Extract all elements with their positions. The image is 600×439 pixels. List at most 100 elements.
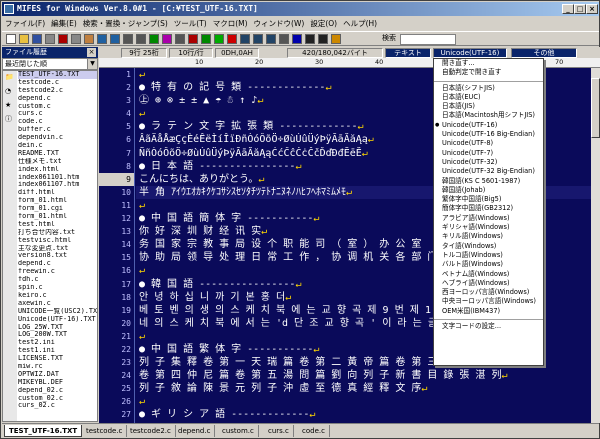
encoding-menu-item[interactable]: トルコ語(Windows): [434, 251, 543, 260]
play-icon[interactable]: [214, 34, 224, 44]
save-icon[interactable]: [32, 34, 42, 44]
history-icon[interactable]: ◔: [5, 87, 14, 95]
encoding-menu-item[interactable]: 西ヨーロッパ言語(Windows): [434, 288, 543, 297]
redo-icon[interactable]: [110, 34, 120, 44]
menu-item-5[interactable]: ウィンドウ(W): [251, 17, 308, 30]
file-history-item[interactable]: OPTWIZ.DAT: [18, 371, 97, 379]
file-history-item[interactable]: custom_02.c: [18, 395, 97, 403]
tab-test-utf-16-txt[interactable]: TEST_UTF-16.TXT: [4, 425, 83, 437]
search-input[interactable]: [400, 34, 456, 45]
encoding-menu-item[interactable]: 日本語(シフトJIS): [434, 84, 543, 93]
encoding-menu-item[interactable]: バルト語(Windows): [434, 260, 543, 269]
file-history-item[interactable]: diff.html: [18, 189, 97, 197]
tab-curs-c[interactable]: curs.c: [264, 425, 294, 437]
info-icon[interactable]: ⓘ: [5, 115, 14, 123]
file-history-item[interactable]: 仕様メモ.txt: [18, 158, 97, 166]
arrow-right-icon[interactable]: [318, 34, 328, 44]
menu-item-6[interactable]: 設定(O): [307, 17, 340, 30]
cut-icon[interactable]: [58, 34, 68, 44]
print-icon[interactable]: [45, 34, 55, 44]
macro-icon[interactable]: [201, 34, 211, 44]
file-history-item[interactable]: depend_02.c: [18, 387, 97, 395]
encoding-menu-item[interactable]: タイ語(Windows): [434, 242, 543, 251]
sort-order-select[interactable]: 最近閉じた順 ▼: [2, 58, 98, 70]
encoding-menu-item[interactable]: 繁体字中国語(Big5): [434, 195, 543, 204]
file-history-item[interactable]: depend.c: [18, 95, 97, 103]
text-mode[interactable]: テキスト: [385, 48, 431, 58]
minimize-button[interactable]: _: [562, 4, 574, 14]
paste-icon[interactable]: [84, 34, 94, 44]
jump-icon[interactable]: [149, 34, 159, 44]
encoding-menu-item[interactable]: Unicode(UTF-16): [434, 121, 543, 130]
file-history-item[interactable]: 主な変更点.txt: [18, 245, 97, 253]
bookmark-icon[interactable]: [162, 34, 172, 44]
encoding-menu-item[interactable]: Unicode(UTF-7): [434, 149, 543, 158]
close-panel-button[interactable]: ×: [87, 48, 96, 57]
arrow-left-icon[interactable]: [305, 34, 315, 44]
settings-icon[interactable]: [279, 34, 289, 44]
file-history-item[interactable]: test2.ini: [18, 339, 97, 347]
file-history-item[interactable]: buffer.c: [18, 126, 97, 134]
encoding-menu-item[interactable]: 文字コードの設定...: [434, 322, 543, 331]
tab-depend-c[interactable]: depend.c: [174, 425, 216, 437]
tab-testcode-c[interactable]: testcode.c: [82, 425, 128, 437]
menu-item-0[interactable]: ファイル(F): [2, 17, 48, 30]
tab-testcode2-c[interactable]: testcode2.c: [126, 425, 176, 437]
scroll-thumb[interactable]: [591, 78, 600, 138]
encoding-menu-item[interactable]: 日本語(Macintosh用シフトJIS): [434, 111, 543, 120]
encoding-menu-item[interactable]: 中央ヨーロッパ言語(Windows): [434, 297, 543, 306]
file-history-item[interactable]: dein.c: [18, 142, 97, 150]
encoding-menu-item[interactable]: ベトナム語(Windows): [434, 270, 543, 279]
file-history-item[interactable]: testcode.c: [18, 79, 97, 87]
encoding-menu-item[interactable]: OEM米国(IBM437): [434, 307, 543, 316]
text-line[interactable]: ● ギ リ シ ア 語 -------------↵: [139, 408, 591, 421]
menu-item-3[interactable]: ツール(T): [171, 17, 210, 30]
encoding-menu-item[interactable]: 韓国語(KS C 5601-1987): [434, 177, 543, 186]
tile-icon[interactable]: [266, 34, 276, 44]
vertical-scrollbar[interactable]: [591, 68, 600, 423]
help-icon[interactable]: [292, 34, 302, 44]
encoding-menu-item[interactable]: 自動判定で開き直す: [434, 68, 543, 77]
file-history-item[interactable]: testvisc.html: [18, 237, 97, 245]
menu-item-7[interactable]: ヘルプ(H): [340, 17, 380, 30]
text-line[interactable]: 列 子 敘 論 陳 景 元 列 子 沖 虛 至 德 真 經 釋 文 序↵: [139, 382, 591, 395]
text-line[interactable]: 卷 第 四 仲 尼 篇 卷 第 五 湯 問 篇 劉 向 列 子 新 書 目 錄 …: [139, 369, 591, 382]
star-icon[interactable]: ★: [5, 101, 14, 109]
encoding-menu-item[interactable]: Unicode(UTF-32): [434, 158, 543, 167]
file-history-item[interactable]: axewin.c: [18, 300, 97, 308]
diff-icon[interactable]: [188, 34, 198, 44]
encoding-menu-item[interactable]: ヘブライ語(Windows): [434, 279, 543, 288]
file-history-item[interactable]: freewin.c: [18, 268, 97, 276]
file-history-item[interactable]: code.c: [18, 118, 97, 126]
tab-custom-c[interactable]: custom.c: [218, 425, 259, 437]
encoding-menu-item[interactable]: 開き直す...: [434, 59, 543, 68]
file-history-item[interactable]: depend.c: [18, 260, 97, 268]
file-history-item[interactable]: test.html: [18, 221, 97, 229]
file-history-item[interactable]: Unicode(UTF-16).TXT: [18, 316, 97, 324]
folder-icon[interactable]: 📁: [5, 73, 14, 81]
encoding-menu-item[interactable]: 日本語(EUC): [434, 93, 543, 102]
undo-icon[interactable]: [97, 34, 107, 44]
file-history-item[interactable]: curs.c: [18, 110, 97, 118]
text-line[interactable]: ↵: [139, 395, 591, 408]
file-history-item[interactable]: MIKEYBL.DEF: [18, 379, 97, 387]
file-history-item[interactable]: index061107.htm: [18, 181, 97, 189]
file-history-item[interactable]: miw.rc: [18, 363, 97, 371]
file-history-item[interactable]: curs_02.c: [18, 402, 97, 410]
menu-item-1[interactable]: 編集(E): [48, 17, 80, 30]
file-history-item[interactable]: README.TXT: [18, 150, 97, 158]
menu-item-2[interactable]: 検索・置換・ジャンプ(S): [80, 17, 171, 30]
file-history-item[interactable]: form_01.html: [18, 197, 97, 205]
encoding-menu-item[interactable]: ギリシャ語(Windows): [434, 223, 543, 232]
encoding-selector[interactable]: Unicode(UTF-16): [433, 48, 507, 58]
other-menu[interactable]: その他: [511, 48, 577, 58]
file-history-item[interactable]: form_01.cgi: [18, 205, 97, 213]
grep-icon[interactable]: [175, 34, 185, 44]
window-icon[interactable]: [240, 34, 250, 44]
file-history-item[interactable]: LOG_25W.TXT: [18, 324, 97, 332]
file-history-item[interactable]: form_01.html: [18, 213, 97, 221]
encoding-menu-item[interactable]: 韓国語(Johab): [434, 186, 543, 195]
open-icon[interactable]: [19, 34, 29, 44]
encoding-menu-item[interactable]: Unicode(UTF-32 Big-Endian): [434, 167, 543, 176]
encoding-menu-item[interactable]: キリル語(Windows): [434, 232, 543, 241]
